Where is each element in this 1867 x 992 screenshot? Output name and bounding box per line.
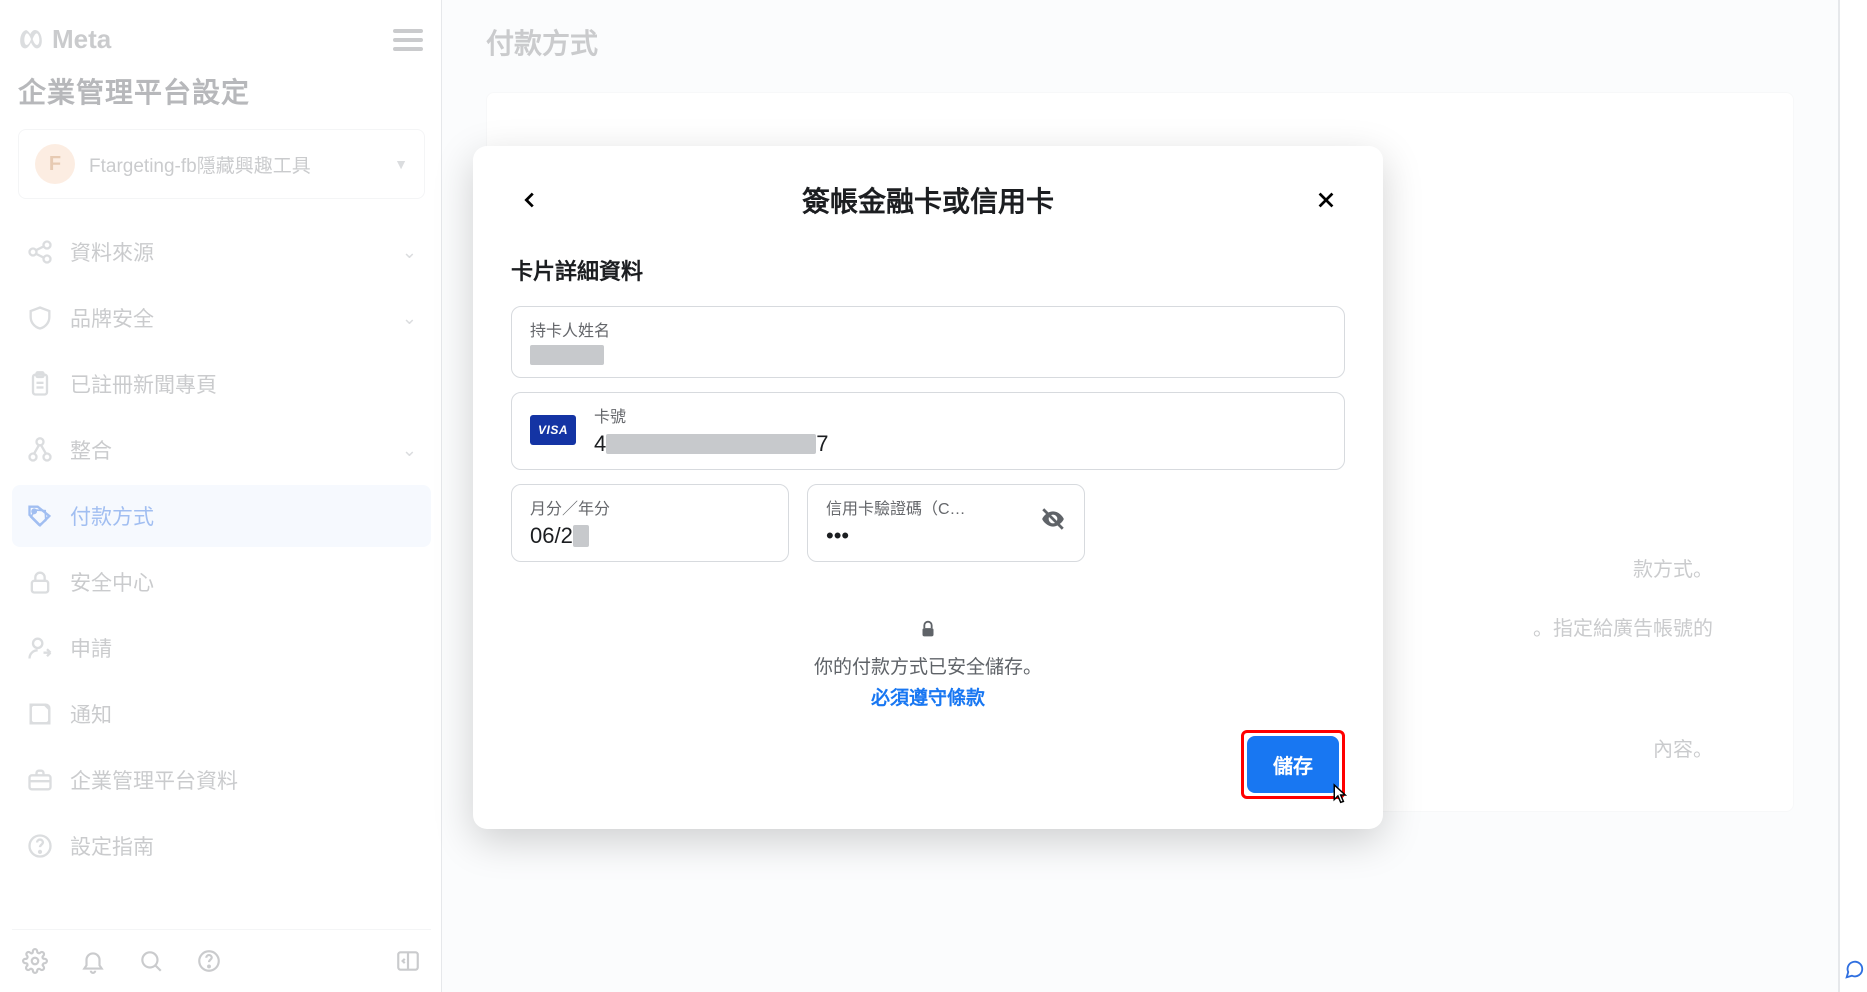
sidebar-item-label: 安全中心 (70, 567, 154, 597)
sidebar-item-label: 已註冊新聞專頁 (70, 369, 217, 399)
lock-icon (26, 568, 54, 596)
cvv-label: 信用卡驗證碼（C… (826, 495, 1040, 519)
add-card-modal: 簽帳金融卡或信用卡 卡片詳細資料 持卡人姓名 VISA 卡號 47 (473, 146, 1383, 829)
lock-icon (511, 618, 1345, 646)
redacted-block (530, 345, 604, 365)
terms-link[interactable]: 必須遵守條款 (871, 683, 985, 710)
cvv-field[interactable]: 信用卡驗證碼（C… ••• (807, 484, 1085, 562)
user-arrow-icon (26, 634, 54, 662)
caret-down-icon: ▼ (394, 156, 408, 172)
search-icon[interactable] (136, 946, 166, 976)
nodes-icon (26, 436, 54, 464)
sidebar-item-label: 資料來源 (70, 237, 154, 267)
card-number-prefix: 4 (594, 431, 606, 457)
shield-icon (26, 304, 54, 332)
collapse-panel-icon[interactable] (393, 946, 423, 976)
cvv-value: ••• (826, 523, 1040, 549)
sidebar-item-label: 申請 (70, 633, 112, 663)
sidebar-item-brand-safety[interactable]: 品牌安全 ⌄ (12, 287, 431, 349)
help-icon[interactable] (194, 946, 224, 976)
note-icon (26, 700, 54, 728)
back-button[interactable] (511, 181, 549, 219)
card-number-value: 47 (594, 431, 1326, 457)
sidebar-item-label: 企業管理平台資料 (70, 765, 238, 795)
account-name: Ftargeting-fb隱藏興趣工具 (89, 151, 380, 178)
sidebar-item-payment[interactable]: 付款方式 (12, 485, 431, 547)
account-avatar: F (35, 144, 75, 184)
briefcase-icon (26, 766, 54, 794)
save-highlight: 儲存 (1241, 730, 1345, 799)
sidebar-item-security[interactable]: 安全中心 (12, 551, 431, 613)
question-circle-icon (26, 832, 54, 860)
sidebar-item-setup-guide[interactable]: 設定指南 (12, 815, 431, 877)
sidebar-footer (12, 929, 431, 982)
sidebar-item-label: 整合 (70, 435, 112, 465)
tag-icon (26, 502, 54, 530)
sidebar-item-label: 通知 (70, 699, 112, 729)
brand-logo[interactable]: Meta (16, 24, 111, 55)
sidebar-item-notifications[interactable]: 通知 (12, 683, 431, 745)
modal-title: 簽帳金融卡或信用卡 (549, 180, 1307, 220)
secure-text: 你的付款方式已安全儲存。 (511, 652, 1345, 679)
bell-icon[interactable] (78, 946, 108, 976)
cardholder-field[interactable]: 持卡人姓名 (511, 306, 1345, 378)
account-picker[interactable]: F Ftargeting-fb隱藏興趣工具 ▼ (18, 129, 425, 199)
sidebar-item-business-info[interactable]: 企業管理平台資料 (12, 749, 431, 811)
expiry-value: 06/2 (530, 523, 770, 549)
sidebar-nav: 資料來源 ⌄ 品牌安全 ⌄ 已註冊新聞專頁 整合 (12, 221, 431, 877)
sidebar-item-label: 品牌安全 (70, 303, 154, 333)
save-button[interactable]: 儲存 (1247, 736, 1339, 793)
modal-subheader: 卡片詳細資料 (511, 254, 1345, 286)
clipboard-icon (26, 370, 54, 398)
hamburger-menu[interactable] (393, 29, 423, 51)
card-number-label: 卡號 (594, 403, 1326, 427)
chevron-down-icon: ⌄ (402, 440, 417, 461)
right-gutter (1839, 0, 1867, 992)
settings-icon[interactable] (20, 946, 50, 976)
sidebar-item-requests[interactable]: 申請 (12, 617, 431, 679)
expiry-label: 月分／年分 (530, 495, 770, 519)
sidebar-item-integrations[interactable]: 整合 ⌄ (12, 419, 431, 481)
redacted-block (606, 434, 816, 454)
visa-badge: VISA (530, 415, 576, 445)
sidebar: Meta 企業管理平台設定 F Ftargeting-fb隱藏興趣工具 ▼ 資料… (0, 0, 442, 992)
sidebar-item-data-sources[interactable]: 資料來源 ⌄ (12, 221, 431, 283)
chevron-down-icon: ⌄ (402, 242, 417, 263)
brand-name: Meta (52, 24, 111, 55)
eye-off-icon[interactable] (1040, 506, 1066, 538)
card-number-field[interactable]: VISA 卡號 47 (511, 392, 1345, 470)
sidebar-item-news-pages[interactable]: 已註冊新聞專頁 (12, 353, 431, 415)
redacted-block (573, 525, 589, 547)
sidebar-title: 企業管理平台設定 (12, 61, 431, 129)
sidebar-item-label: 設定指南 (70, 831, 154, 861)
page-title: 付款方式 (486, 22, 1794, 62)
close-button[interactable] (1307, 181, 1345, 219)
chat-bubble-icon[interactable] (1843, 958, 1865, 986)
card-number-suffix: 7 (816, 431, 828, 457)
expiry-field[interactable]: 月分／年分 06/2 (511, 484, 789, 562)
meta-icon (16, 25, 46, 55)
expiry-prefix: 06/2 (530, 523, 573, 549)
sidebar-item-label: 付款方式 (70, 501, 154, 531)
share-nodes-icon (26, 238, 54, 266)
cardholder-label: 持卡人姓名 (530, 317, 1326, 341)
secure-block: 你的付款方式已安全儲存。 必須遵守條款 (511, 618, 1345, 710)
chevron-down-icon: ⌄ (402, 308, 417, 329)
cardholder-value (530, 345, 1326, 365)
